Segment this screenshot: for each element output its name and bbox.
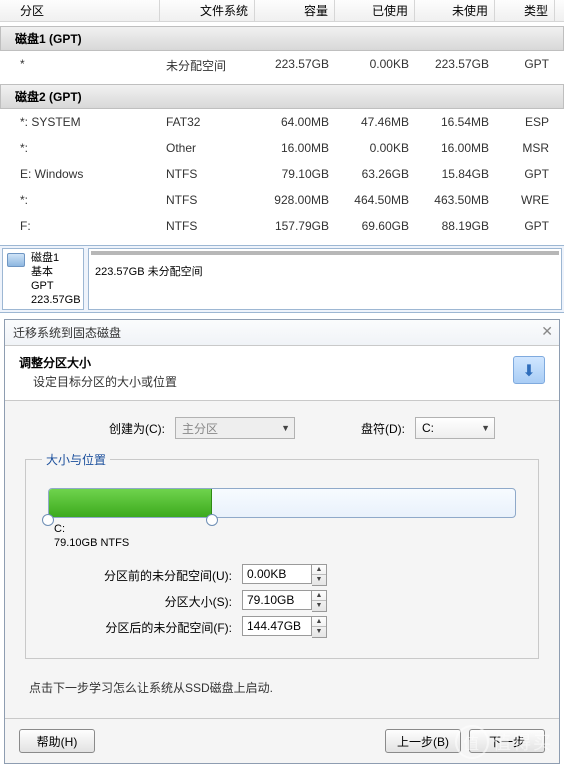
- dialog-title: 迁移系统到固态磁盘: [13, 326, 121, 340]
- size-position-group: 大小与位置 C: 79.10GB NTFS 分区前的未分配空间(U): ▲: [25, 451, 539, 659]
- after-spinner[interactable]: ▲▼: [242, 616, 327, 638]
- drive-dropdown[interactable]: C: ▼: [415, 417, 495, 439]
- create-as-dropdown[interactable]: 主分区 ▼: [175, 417, 295, 439]
- spin-down-icon[interactable]: ▼: [312, 575, 326, 585]
- partition-table-header: 分区 文件系统 容量 已使用 未使用 类型: [0, 0, 564, 22]
- dialog-body: 创建为(C): 主分区 ▼ 盘符(D): C: ▼ 大小与位置 C:: [5, 401, 559, 718]
- slider-line1: C:: [54, 522, 516, 536]
- slider-handle-left[interactable]: [42, 514, 54, 526]
- chevron-down-icon: ▼: [281, 423, 290, 433]
- download-icon: [513, 356, 545, 384]
- create-as-value: 主分区: [182, 420, 218, 437]
- table-group[interactable]: 磁盘1 (GPT): [0, 26, 564, 51]
- disk-scheme: 基本 GPT: [31, 265, 77, 293]
- disk-size: 223.57GB: [31, 293, 77, 307]
- size-fields: 分区前的未分配空间(U): ▲▼ 分区大小(S): ▲▼ 分区后的未分配空间(F…: [42, 564, 522, 638]
- size-label: 分区大小(S):: [42, 593, 242, 610]
- table-row[interactable]: *: SYSTEMFAT3264.00MB47.46MB16.54MBESP: [0, 109, 564, 135]
- col-partition[interactable]: 分区: [0, 0, 160, 21]
- after-label: 分区后的未分配空间(F):: [42, 619, 242, 636]
- disk-name: 磁盘1: [31, 251, 77, 265]
- table-row[interactable]: *未分配空间223.57GB0.00KB223.57GBGPT: [0, 51, 564, 80]
- spin-up-icon[interactable]: ▲: [312, 591, 326, 601]
- slider-line2: 79.10GB NTFS: [54, 536, 516, 550]
- spin-down-icon[interactable]: ▼: [312, 601, 326, 611]
- partition-slider[interactable]: C: 79.10GB NTFS: [48, 488, 516, 550]
- table-row[interactable]: *:Other16.00MB0.00KB16.00MBMSR: [0, 135, 564, 161]
- before-label: 分区前的未分配空间(U):: [42, 567, 242, 584]
- dialog-titlebar: 迁移系统到固态磁盘 ✕: [5, 320, 559, 346]
- dialog-buttons: 帮助(H) 上一步(B) 下一步: [5, 718, 559, 763]
- slider-labels: C: 79.10GB NTFS: [54, 522, 516, 550]
- after-input[interactable]: [242, 616, 312, 636]
- before-spinner[interactable]: ▲▼: [242, 564, 327, 586]
- spin-up-icon[interactable]: ▲: [312, 617, 326, 627]
- col-capacity[interactable]: 容量: [255, 0, 335, 21]
- dialog-header-title: 调整分区大小: [19, 354, 545, 371]
- disk-space[interactable]: 223.57GB 未分配空间: [88, 248, 562, 310]
- group-legend: 大小与位置: [42, 451, 110, 468]
- col-used[interactable]: 已使用: [335, 0, 415, 21]
- disk-map: 磁盘1 基本 GPT 223.57GB 223.57GB 未分配空间: [0, 245, 564, 313]
- next-button[interactable]: 下一步: [469, 729, 545, 753]
- migrate-dialog: 迁移系统到固态磁盘 ✕ 调整分区大小 设定目标分区的大小或位置 创建为(C): …: [4, 319, 560, 764]
- spin-up-icon[interactable]: ▲: [312, 565, 326, 575]
- drive-value: C:: [422, 421, 434, 435]
- disk-space-label: 223.57GB 未分配空间: [95, 266, 203, 278]
- col-type[interactable]: 类型: [495, 0, 555, 21]
- size-input[interactable]: [242, 590, 312, 610]
- col-unused[interactable]: 未使用: [415, 0, 495, 21]
- spin-down-icon[interactable]: ▼: [312, 627, 326, 637]
- chevron-down-icon: ▼: [481, 423, 490, 433]
- table-group[interactable]: 磁盘2 (GPT): [0, 84, 564, 109]
- create-as-row: 创建为(C): 主分区 ▼ 盘符(D): C: ▼: [25, 417, 539, 439]
- partition-table-body: 磁盘1 (GPT)*未分配空间223.57GB0.00KB223.57GBGPT…: [0, 26, 564, 239]
- table-row[interactable]: *:NTFS928.00MB464.50MB463.50MBWRE: [0, 187, 564, 213]
- disk-icon: [7, 253, 25, 267]
- table-row[interactable]: E: WindowsNTFS79.10GB63.26GB15.84GBGPT: [0, 161, 564, 187]
- dialog-header-sub: 设定目标分区的大小或位置: [19, 373, 545, 390]
- col-filesystem[interactable]: 文件系统: [160, 0, 255, 21]
- disk-info[interactable]: 磁盘1 基本 GPT 223.57GB: [2, 248, 84, 310]
- table-row[interactable]: F:NTFS157.79GB69.60GB88.19GBGPT: [0, 213, 564, 239]
- close-icon[interactable]: ✕: [541, 323, 553, 340]
- dialog-header: 调整分区大小 设定目标分区的大小或位置: [5, 346, 559, 401]
- size-spinner[interactable]: ▲▼: [242, 590, 327, 612]
- hint-text: 点击下一步学习怎么让系统从SSD磁盘上启动.: [29, 679, 539, 696]
- slider-track: [48, 488, 516, 518]
- create-as-label: 创建为(C):: [25, 420, 175, 437]
- slider-handle-right[interactable]: [206, 514, 218, 526]
- slider-fill: [49, 489, 212, 517]
- help-button[interactable]: 帮助(H): [19, 729, 95, 753]
- back-button[interactable]: 上一步(B): [385, 729, 461, 753]
- before-input[interactable]: [242, 564, 312, 584]
- drive-label: 盘符(D):: [295, 420, 415, 437]
